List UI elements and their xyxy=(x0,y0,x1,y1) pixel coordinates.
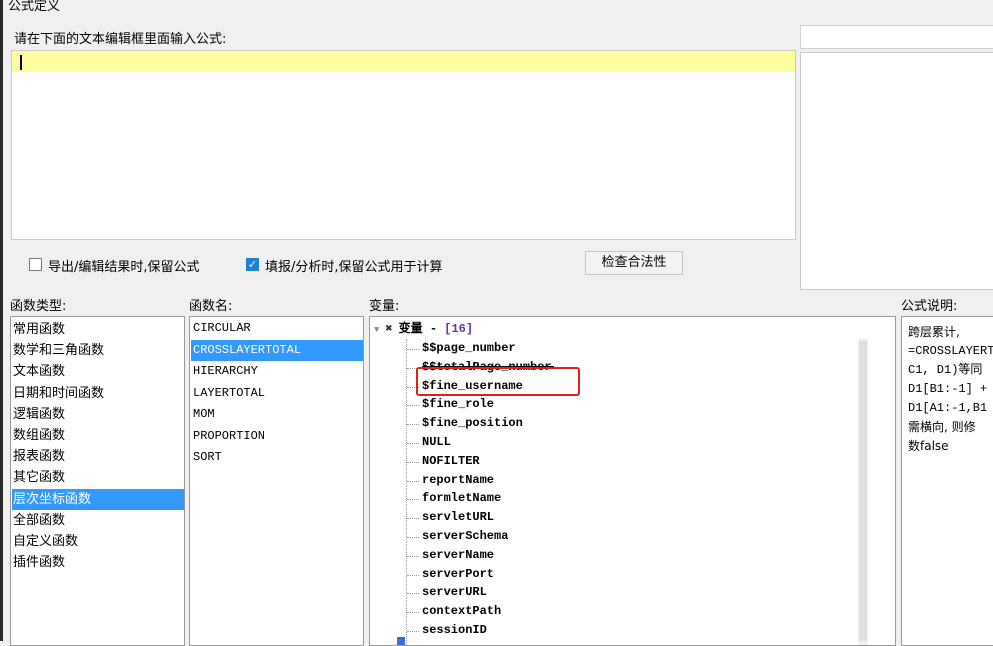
tree-branch xyxy=(407,593,419,595)
tree-branch xyxy=(407,537,419,538)
scrollbar-thumb[interactable] xyxy=(859,341,867,641)
function-type-item[interactable]: 数组函数 xyxy=(12,425,184,446)
tree-branch xyxy=(407,631,419,632)
variables-tree[interactable]: ▼✖变量 - [16] $$page_number$$totalPage_num… xyxy=(369,316,896,646)
function-name-item[interactable]: PROPORTION xyxy=(191,426,363,447)
tree-branch xyxy=(407,555,419,557)
description-line: D1[A1:-1,B1 xyxy=(908,401,988,415)
side-search-field[interactable] xyxy=(800,25,993,49)
tree-branch xyxy=(407,349,419,350)
window-left-edge xyxy=(0,0,3,641)
root-label: 变量 - xyxy=(398,322,445,336)
keep-formula-export-checkbox[interactable] xyxy=(29,258,42,271)
editor-prompt: 请在下面的文本编辑框里面输入公式: xyxy=(14,32,227,47)
function-type-item[interactable]: 报表函数 xyxy=(12,446,184,467)
tree-branch xyxy=(407,499,419,501)
root-count: [16] xyxy=(444,322,474,336)
variable-item[interactable]: serverPort xyxy=(422,565,494,584)
variable-item[interactable]: $$page_number xyxy=(422,339,516,358)
variables-icon: ✖ xyxy=(385,322,393,336)
function-types-header: 函数类型: xyxy=(10,299,67,314)
variable-item[interactable]: serverSchema xyxy=(422,527,508,546)
variable-item[interactable]: serverURL xyxy=(422,583,487,602)
function-name-item[interactable]: CROSSLAYERTOTAL xyxy=(191,339,363,361)
folder-icon xyxy=(397,637,405,645)
description-line: =CROSSLAYERT xyxy=(908,344,993,358)
checkmark-icon: ✓ xyxy=(247,258,258,271)
function-type-item[interactable]: 自定义函数 xyxy=(12,531,184,552)
tree-branch xyxy=(407,518,419,520)
description-line: 跨层累计, xyxy=(908,325,960,339)
tree-branch xyxy=(407,461,419,463)
description-line: C1, D1)等同 xyxy=(908,363,983,377)
function-type-item[interactable]: 常用函数 xyxy=(12,319,184,340)
variable-item[interactable]: NOFILTER xyxy=(422,452,480,471)
function-name-item[interactable]: LAYERTOTAL xyxy=(191,383,363,404)
check-validity-button[interactable]: 检查合法性 xyxy=(585,251,683,275)
function-names-header: 函数名: xyxy=(189,299,233,314)
function-type-item[interactable]: 层次坐标函数 xyxy=(12,488,184,510)
variable-item[interactable]: contextPath xyxy=(422,602,501,621)
tree-branch xyxy=(407,574,419,576)
function-types-list[interactable]: 常用函数 数学和三角函数 文本函数 日期和时间函数 逻辑函数 数组函数 报表函数 其它函数 层次… xyxy=(10,316,185,646)
function-name-item[interactable]: CIRCULAR xyxy=(191,318,363,339)
variable-item[interactable]: servletURL xyxy=(422,508,494,527)
text-caret xyxy=(20,55,22,70)
function-name-item[interactable]: MOM xyxy=(191,404,363,425)
tree-branch xyxy=(407,480,419,482)
description-line: D1[B1:-1] + xyxy=(908,382,988,396)
description-line: 数false xyxy=(908,439,949,453)
function-type-item[interactable]: 日期和时间函数 xyxy=(12,383,184,404)
variable-item[interactable]: serverName xyxy=(422,546,494,565)
function-name-item[interactable]: SORT xyxy=(191,447,363,468)
function-type-item[interactable]: 数学和三角函数 xyxy=(12,340,184,361)
description-header: 公式说明: xyxy=(901,299,958,314)
formula-editor[interactable] xyxy=(11,50,796,240)
function-type-item[interactable]: 插件函数 xyxy=(12,552,184,573)
tree-branch xyxy=(407,405,419,407)
tree-branch xyxy=(407,612,419,614)
tree-branch xyxy=(407,443,419,444)
keep-formula-export-label[interactable]: 导出/编辑结果时,保留公式 xyxy=(48,256,200,275)
collapse-arrow-icon[interactable]: ▼ xyxy=(374,325,379,335)
function-type-item[interactable]: 逻辑函数 xyxy=(12,404,184,425)
keep-formula-fill-checkbox[interactable]: ✓ xyxy=(246,258,259,271)
dialog-title: 公式定义 xyxy=(8,0,61,14)
function-names-list[interactable]: CIRCULAR CROSSLAYERTOTAL HIERARCHY LAYERTOT… xyxy=(189,316,364,646)
side-preview-area xyxy=(800,52,993,290)
editor-current-line xyxy=(12,51,795,72)
function-type-item[interactable]: 文本函数 xyxy=(12,361,184,382)
description-panel: 跨层累计, =CROSSLAYERT C1, D1)等同 D1[B1:-1] + D1[… xyxy=(901,316,993,646)
function-type-item[interactable]: 全部函数 xyxy=(12,510,184,531)
variable-item[interactable]: sessionID xyxy=(422,621,487,640)
variable-item[interactable]: formletName xyxy=(422,489,501,508)
vertical-scrollbar[interactable] xyxy=(858,339,868,645)
variable-item[interactable]: reportName xyxy=(422,471,494,490)
function-name-item[interactable]: HIERARCHY xyxy=(191,361,363,382)
keep-formula-fill-label[interactable]: 填报/分析时,保留公式用于计算 xyxy=(265,256,443,275)
variable-item[interactable]: NULL xyxy=(422,433,451,452)
description-line: 需横向, 则修 xyxy=(908,420,976,434)
highlight-annotation xyxy=(416,367,580,396)
variables-root-node[interactable]: ▼ ✖ 变量 - [16] xyxy=(374,319,473,339)
tree-branch xyxy=(407,424,419,426)
variables-header: 变量: xyxy=(369,299,400,314)
function-type-item[interactable]: 其它函数 xyxy=(12,467,184,488)
tree-connector xyxy=(406,339,407,645)
variable-item[interactable]: $fine_role xyxy=(422,395,494,414)
variable-item[interactable]: $fine_position xyxy=(422,414,523,433)
